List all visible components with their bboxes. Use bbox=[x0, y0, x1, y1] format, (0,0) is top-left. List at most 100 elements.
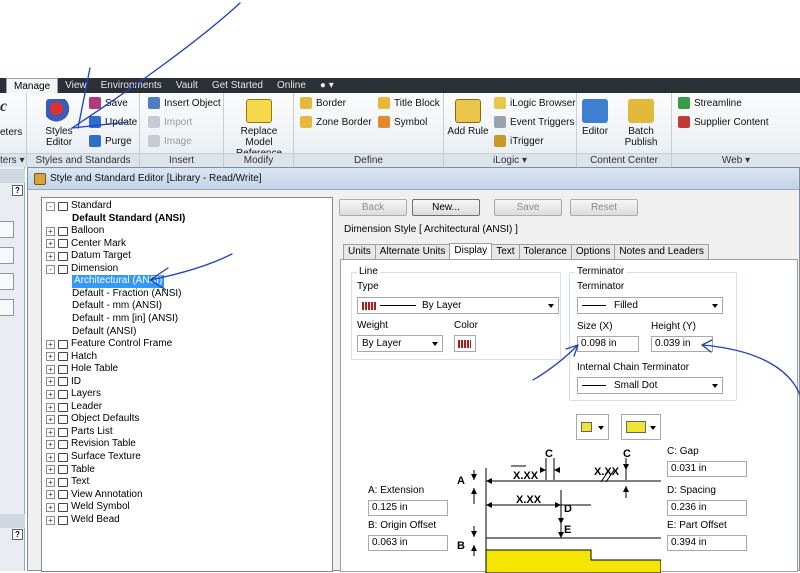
part-offset-input[interactable]: 0.394 in bbox=[667, 535, 747, 551]
expand-icon[interactable]: + bbox=[46, 377, 55, 387]
save-style-button[interactable]: Save bbox=[494, 199, 562, 216]
collapse-icon[interactable]: - bbox=[46, 201, 55, 211]
tab-options[interactable]: Options bbox=[570, 244, 616, 259]
tab-text[interactable]: Text bbox=[491, 244, 520, 259]
tree-item[interactable]: + Parts List bbox=[46, 426, 113, 439]
tree-item[interactable]: + Revision Table bbox=[46, 438, 136, 451]
tab-vault[interactable]: Vault bbox=[169, 78, 205, 93]
title-block-button[interactable]: Title Block bbox=[378, 97, 440, 109]
tree-item[interactable]: + View Annotation bbox=[46, 489, 143, 502]
expand-icon[interactable]: + bbox=[46, 339, 55, 349]
tab-display[interactable]: Display bbox=[449, 243, 493, 259]
partial-button[interactable]: c eters bbox=[0, 99, 27, 139]
tab-units[interactable]: Units bbox=[343, 244, 376, 259]
save-button[interactable]: Save bbox=[89, 97, 128, 109]
tree-item[interactable]: + Hatch bbox=[46, 351, 97, 364]
tab-view[interactable]: View bbox=[58, 78, 94, 93]
expand-icon[interactable]: + bbox=[46, 226, 55, 236]
color-button[interactable] bbox=[454, 335, 476, 352]
new-button[interactable]: New... bbox=[412, 199, 480, 216]
tab-environments[interactable]: Environments bbox=[94, 78, 169, 93]
tree-item[interactable]: + Object Defaults bbox=[46, 413, 139, 426]
tree-item[interactable]: + Leader bbox=[46, 401, 102, 414]
insert-object-button[interactable]: Insert Object bbox=[148, 97, 221, 109]
tree-item[interactable]: + Table bbox=[46, 464, 95, 477]
expand-icon[interactable]: + bbox=[46, 477, 55, 487]
add-rule-button[interactable]: Add Rule bbox=[446, 99, 490, 137]
height-y-input[interactable]: 0.039 in bbox=[651, 336, 713, 352]
update-button[interactable]: Update bbox=[89, 116, 137, 128]
tab-alternate-units[interactable]: Alternate Units bbox=[374, 244, 451, 259]
tab-overflow-icon[interactable]: ● ▾ bbox=[313, 78, 341, 93]
help-button[interactable]: ? bbox=[12, 185, 23, 196]
back-button[interactable]: Back bbox=[339, 199, 407, 216]
left-panel-button-3[interactable] bbox=[0, 273, 14, 290]
expand-icon[interactable]: + bbox=[46, 490, 55, 500]
dimension-line-option-button[interactable] bbox=[621, 414, 661, 440]
replace-model-reference-button[interactable]: Replace Model Reference bbox=[226, 99, 292, 159]
border-button[interactable]: Border bbox=[300, 97, 346, 109]
expand-icon[interactable]: + bbox=[46, 465, 55, 475]
image-button[interactable]: Image bbox=[148, 135, 192, 147]
tab-online[interactable]: Online bbox=[270, 78, 313, 93]
tab-manage[interactable]: Manage bbox=[6, 78, 59, 93]
tree-item[interactable]: + Weld Symbol bbox=[46, 501, 130, 514]
tree-item[interactable]: + Balloon bbox=[46, 225, 104, 238]
itrigger-button[interactable]: iTrigger bbox=[494, 135, 544, 147]
gap-input[interactable]: 0.031 in bbox=[667, 461, 747, 477]
tab-get-started[interactable]: Get Started bbox=[205, 78, 270, 93]
expand-icon[interactable]: + bbox=[46, 502, 55, 512]
tree-item[interactable]: Default - mm (ANSI) bbox=[72, 300, 162, 313]
expand-icon[interactable]: + bbox=[46, 415, 55, 425]
collapse-icon[interactable]: - bbox=[46, 264, 55, 274]
chain-terminator-select[interactable]: Small Dot bbox=[577, 377, 723, 394]
left-panel-button-1[interactable] bbox=[0, 221, 14, 238]
terminator-select[interactable]: Filled bbox=[577, 297, 723, 314]
purge-button[interactable]: Purge bbox=[89, 135, 132, 147]
expand-icon[interactable]: + bbox=[46, 402, 55, 412]
ilogic-browser-button[interactable]: iLogic Browser bbox=[494, 97, 576, 109]
styles-editor-button[interactable]: Styles Editor bbox=[31, 99, 87, 148]
expand-icon[interactable]: + bbox=[46, 452, 55, 462]
expand-icon[interactable]: + bbox=[46, 352, 55, 362]
expand-icon[interactable]: + bbox=[46, 251, 55, 261]
expand-icon[interactable]: + bbox=[46, 515, 55, 525]
tree-item[interactable]: + Center Mark bbox=[46, 238, 126, 251]
tree-item[interactable]: + Layers bbox=[46, 388, 101, 401]
expand-icon[interactable]: + bbox=[46, 440, 55, 450]
event-triggers-button[interactable]: Event Triggers bbox=[494, 116, 574, 128]
tree-item[interactable]: + Hole Table bbox=[46, 363, 118, 376]
tree-item[interactable]: + Weld Bead bbox=[46, 514, 120, 527]
expand-icon[interactable]: + bbox=[46, 390, 55, 399]
left-panel-button-2[interactable] bbox=[0, 247, 14, 264]
spacing-input[interactable]: 0.236 in bbox=[667, 500, 747, 516]
symbol-button[interactable]: Symbol bbox=[378, 116, 427, 128]
expand-icon[interactable]: + bbox=[46, 427, 55, 437]
zone-border-button[interactable]: Zone Border bbox=[300, 116, 372, 128]
line-type-select[interactable]: By Layer bbox=[357, 297, 559, 314]
tree-item[interactable]: + ID bbox=[46, 376, 81, 389]
styles-tree[interactable]: - Standard Default Standard (ANSI) + Balloon… bbox=[41, 197, 333, 572]
tree-item[interactable]: Default (ANSI) bbox=[72, 326, 136, 339]
tree-item[interactable]: Default - mm [in] (ANSI) bbox=[72, 313, 178, 326]
tree-item[interactable]: - Dimension bbox=[46, 263, 118, 276]
streamline-button[interactable]: Streamline bbox=[678, 97, 742, 109]
editor-button[interactable]: Editor bbox=[579, 99, 611, 137]
supplier-content-button[interactable]: Supplier Content bbox=[678, 116, 769, 128]
left-panel-button-4[interactable] bbox=[0, 299, 14, 316]
tree-item[interactable]: - Standard bbox=[46, 200, 112, 213]
reset-button[interactable]: Reset bbox=[570, 199, 638, 216]
size-x-input[interactable]: 0.098 in bbox=[577, 336, 639, 352]
expand-icon[interactable]: + bbox=[46, 239, 55, 249]
batch-publish-button[interactable]: Batch Publish bbox=[611, 99, 671, 148]
tree-item[interactable]: + Surface Texture bbox=[46, 451, 141, 464]
tree-item[interactable]: Default Standard (ANSI) bbox=[72, 213, 185, 226]
expand-icon[interactable]: + bbox=[46, 364, 55, 374]
tab-tolerance[interactable]: Tolerance bbox=[518, 244, 572, 259]
extension-input[interactable]: 0.125 in bbox=[368, 500, 448, 516]
tree-item[interactable]: Architectural (ANSI) bbox=[72, 275, 165, 288]
tree-item[interactable]: + Text bbox=[46, 476, 89, 489]
tree-item[interactable]: + Datum Target bbox=[46, 250, 131, 263]
tab-notes-and-leaders[interactable]: Notes and Leaders bbox=[614, 244, 709, 259]
origin-offset-input[interactable]: 0.063 in bbox=[368, 535, 448, 551]
